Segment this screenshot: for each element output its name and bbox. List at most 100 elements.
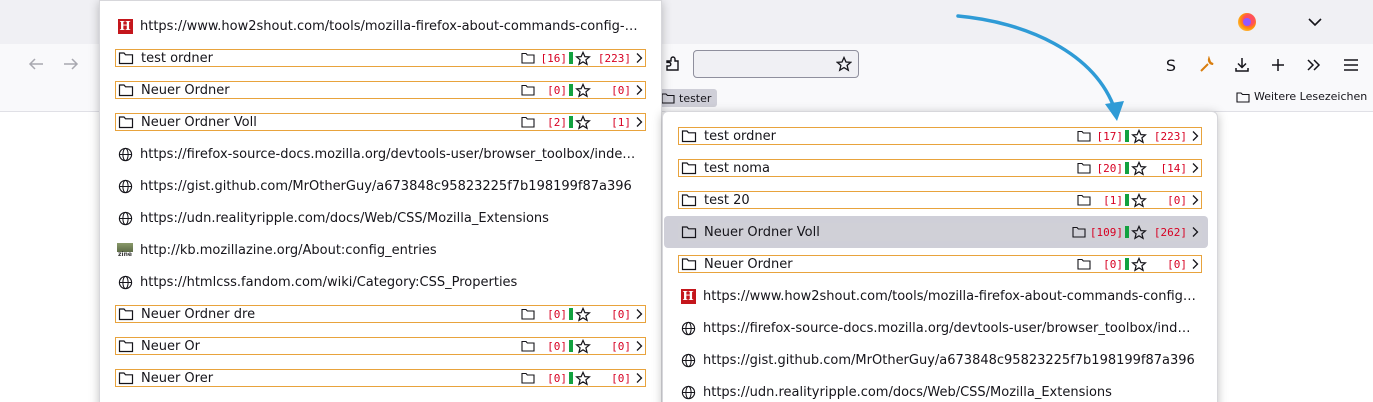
bookmark-star-icon[interactable] xyxy=(836,56,852,72)
bookmark-folder-row[interactable]: test ordner [16] [223] xyxy=(115,49,646,67)
submenu-chevron-icon xyxy=(635,372,645,384)
star-icon xyxy=(575,114,591,130)
submenu-chevron-icon xyxy=(635,308,645,320)
submenu-chevron-icon xyxy=(1191,130,1201,142)
bookmark-folder-row[interactable]: Neuer Orer [0] [0] xyxy=(115,369,646,387)
bookmark-url-label: https://udn.realityripple.com/docs/Web/C… xyxy=(140,210,549,226)
profile-button[interactable]: S xyxy=(1160,54,1182,76)
bookmark-folder-row[interactable]: Neuer Ordner Voll [109] [262] xyxy=(678,223,1202,241)
subfolder-count: [2] xyxy=(547,115,567,129)
puzzle-icon[interactable] xyxy=(664,55,682,73)
count-separator-bar xyxy=(1125,258,1129,270)
forward-icon[interactable] xyxy=(61,54,81,74)
hamburger-menu-icon[interactable] xyxy=(1340,54,1362,76)
folder-icon xyxy=(117,50,135,66)
folder-label: Neuer Ordner dre xyxy=(141,306,256,322)
bookmark-link-row[interactable]: https://udn.realityripple.com/docs/Web/C… xyxy=(678,383,1202,401)
folder-icon xyxy=(1236,91,1250,103)
bookmark-count: [14] xyxy=(1160,161,1188,175)
plus-icon[interactable] xyxy=(1267,54,1289,76)
bookmark-url-label: https://firefox-source-docs.mozilla.org/… xyxy=(703,320,1202,336)
search-input[interactable] xyxy=(693,50,859,78)
submenu-chevron-icon xyxy=(1191,258,1201,270)
bookmark-count: [0] xyxy=(1167,193,1187,207)
subfolder-count-icon xyxy=(521,372,535,384)
globe-icon xyxy=(679,384,697,400)
other-bookmarks-folder[interactable]: Weitere Lesezeichen xyxy=(1236,90,1367,103)
bookmark-link-row[interactable]: Hhttps://www.how2shout.com/tools/mozilla… xyxy=(115,17,646,35)
count-separator-bar xyxy=(569,84,573,96)
subfolder-count-icon xyxy=(1077,162,1091,174)
bookmark-url-label: https://www.how2shout.com/tools/mozilla-… xyxy=(703,288,1202,304)
globe-icon xyxy=(116,274,134,290)
bookmark-folder-row[interactable]: Neuer Ordner [0] [0] xyxy=(678,255,1202,273)
bookmark-folder-tester[interactable]: tester xyxy=(659,89,718,107)
globe-icon xyxy=(116,146,134,162)
star-icon xyxy=(575,82,591,98)
h-favicon-icon: H xyxy=(116,18,134,34)
globe-icon xyxy=(116,210,134,226)
wrench-icon[interactable] xyxy=(1196,54,1218,76)
bookmark-link-row[interactable]: https://firefox-source-docs.mozilla.org/… xyxy=(115,145,646,163)
mozillazine-favicon-icon: zine xyxy=(116,242,134,258)
count-separator-bar xyxy=(569,52,573,64)
folder-counts: [0] [0] xyxy=(1077,256,1201,272)
folder-icon xyxy=(680,224,698,240)
folder-icon xyxy=(680,128,698,144)
folder-icon xyxy=(680,160,698,176)
other-bookmarks-label: Weitere Lesezeichen xyxy=(1254,90,1368,103)
bookmark-url-label: https://gist.github.com/MrOtherGuy/a6738… xyxy=(140,178,632,194)
bookmark-url-label: http://kb.mozillazine.org/About:config_e… xyxy=(140,242,437,258)
bookmark-folder-row[interactable]: Neuer Ordner Voll [2] [1] xyxy=(115,113,646,131)
count-separator-bar xyxy=(1125,130,1129,142)
folder-counts: [0] [0] xyxy=(521,82,645,98)
bookmark-link-row[interactable]: https://udn.realityripple.com/docs/Web/C… xyxy=(115,209,646,227)
folder-label: test 20 xyxy=(704,192,750,208)
folder-icon xyxy=(680,192,698,208)
bookmark-url-label: https://firefox-source-docs.mozilla.org/… xyxy=(140,146,646,162)
bookmark-link-row[interactable]: https://gist.github.com/MrOtherGuy/a6738… xyxy=(678,351,1202,369)
bookmark-link-row[interactable]: https://firefox-source-docs.mozilla.org/… xyxy=(678,319,1202,337)
bookmark-folder-row[interactable]: Neuer Ordner dre [0] [0] xyxy=(115,305,646,323)
folder-icon xyxy=(680,256,698,272)
folder-icon xyxy=(117,338,135,354)
count-separator-bar xyxy=(569,372,573,384)
bookmark-folder-row[interactable]: Neuer Ordner [0] [0] xyxy=(115,81,646,99)
overflow-icon[interactable] xyxy=(1303,54,1325,76)
submenu-chevron-icon xyxy=(635,52,645,64)
subfolder-count: [0] xyxy=(1103,257,1123,271)
folder-counts: [20] [14] xyxy=(1077,160,1201,176)
bookmark-link-row[interactable]: https://gist.github.com/MrOtherGuy/a6738… xyxy=(115,177,646,195)
download-icon[interactable] xyxy=(1231,54,1253,76)
folder-label: test ordner xyxy=(141,50,214,66)
folder-counts: [17] [223] xyxy=(1077,128,1201,144)
bookmark-link-row[interactable]: Hhttps://www.how2shout.com/tools/mozilla… xyxy=(678,287,1202,305)
bookmark-count: [0] xyxy=(611,83,631,97)
subfolder-count-icon xyxy=(1077,194,1091,206)
bookmark-folder-row[interactable]: test 20 [1] [0] xyxy=(678,191,1202,209)
zine-favicon: zine xyxy=(117,242,133,258)
bookmark-count: [0] xyxy=(1167,257,1187,271)
star-icon xyxy=(1131,256,1147,272)
globe-icon xyxy=(679,352,697,368)
bookmark-link-row[interactable]: zine http://kb.mozillazine.org/About:conf… xyxy=(115,241,646,259)
submenu-chevron-icon xyxy=(635,84,645,96)
bookmark-folder-row[interactable]: Neuer Or [0] [0] xyxy=(115,337,646,355)
folder-label: Neuer Orer xyxy=(141,370,214,386)
count-separator-bar xyxy=(1125,226,1129,238)
star-icon xyxy=(1131,224,1147,240)
folder-icon xyxy=(661,92,675,104)
subfolder-count: [0] xyxy=(547,307,567,321)
count-separator-bar xyxy=(569,116,573,128)
back-icon[interactable] xyxy=(26,54,46,74)
bookmark-folder-row[interactable]: test ordner [17] [223] xyxy=(678,127,1202,145)
bookmark-folder-row[interactable]: test noma [20] [14] xyxy=(678,159,1202,177)
bookmark-link-row[interactable]: https://htmlcss.fandom.com/wiki/Category… xyxy=(115,273,646,291)
globe-icon xyxy=(679,320,697,336)
star-icon xyxy=(575,338,591,354)
submenu-chevron-icon xyxy=(635,340,645,352)
firefox-logo[interactable] xyxy=(1238,13,1256,31)
tab-list-chevron-icon[interactable] xyxy=(1306,14,1324,30)
bookmark-url-label: https://www.how2shout.com/tools/mozilla-… xyxy=(140,18,646,34)
subfolder-count-icon xyxy=(1077,258,1091,270)
